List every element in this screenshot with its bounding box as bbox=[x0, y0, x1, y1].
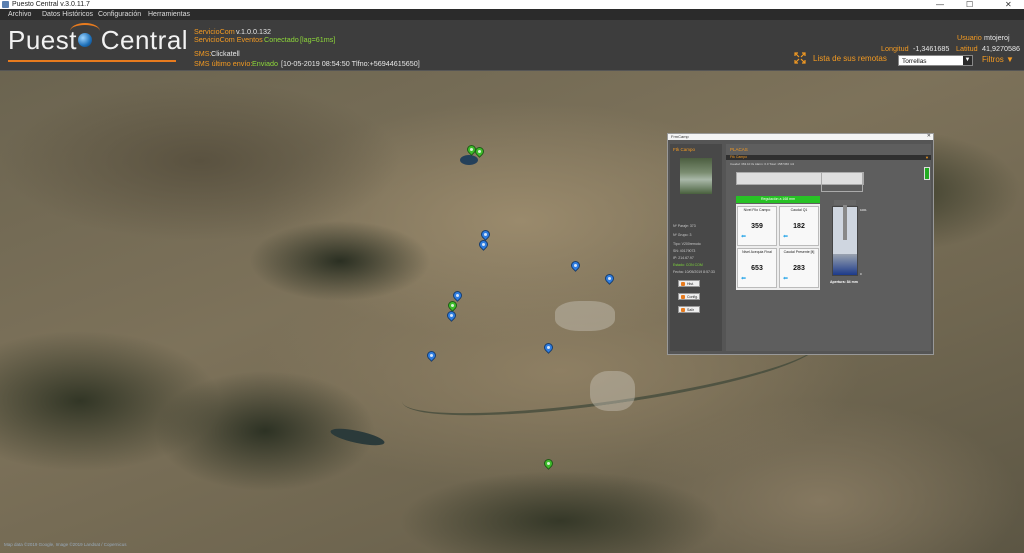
station-popup: FrmCamp ✕ Ftk Campo Nº Paraje: 373 Nº Gr… bbox=[667, 133, 934, 355]
sensor-card[interactable]: Nivel Filo Campo 359 ⬅ bbox=[737, 206, 777, 246]
maximize-icon[interactable]: ☐ bbox=[966, 0, 973, 9]
filtros-chevron-icon: ▼ bbox=[1006, 55, 1014, 64]
popup-close-icon[interactable]: ✕ bbox=[927, 133, 931, 139]
info-line: SN: 40179073 bbox=[673, 249, 696, 253]
info-line: Fecha: 10/05/2019 8:57:33 bbox=[673, 270, 715, 274]
eventos-lag: [lag=61ms] bbox=[300, 35, 336, 44]
station-photo bbox=[680, 158, 712, 194]
map-pin-green[interactable] bbox=[473, 145, 486, 159]
info-line: IP: 214.67.97 bbox=[673, 256, 694, 260]
usuario-label: Usuario bbox=[957, 33, 982, 42]
app-logo: Puest Central bbox=[8, 25, 188, 56]
sensor-cards: Nivel Filo Campo 359 ⬅ Caudal Q1 182 ⬅ N… bbox=[736, 204, 820, 290]
remota-select[interactable]: Torrellas ▼ bbox=[898, 55, 973, 66]
sensor-card[interactable]: Nivel Acequia Final 653 ⬅ bbox=[737, 248, 777, 288]
sms-value: Clickatell bbox=[211, 49, 240, 58]
latitud-value: 41,9270586 bbox=[982, 44, 1020, 53]
map-pin-blue[interactable] bbox=[603, 272, 616, 286]
map-pin-green[interactable] bbox=[542, 457, 555, 471]
remota-select-value: Torrellas bbox=[902, 58, 927, 65]
arrow-icon: ⬅ bbox=[741, 234, 747, 240]
sensor-card[interactable]: Caudal Q1 182 ⬅ bbox=[779, 206, 819, 246]
right-panel-title: PLACAS bbox=[730, 147, 748, 152]
hist-button[interactable]: Hist. bbox=[678, 280, 700, 287]
exit-icon bbox=[681, 308, 685, 312]
logo-underline bbox=[8, 60, 176, 62]
tank-mark-top: 1001 bbox=[860, 208, 867, 212]
info-line: Nº Paraje: 373 bbox=[673, 224, 696, 228]
gate-stem bbox=[843, 200, 847, 240]
info-line: Estado: CON COM bbox=[673, 263, 703, 267]
info-line: Tipo: V200remoto bbox=[673, 242, 701, 246]
salir-button[interactable]: Salir bbox=[678, 306, 700, 313]
expand-icon[interactable] bbox=[794, 52, 806, 64]
sms-last-status: Enviado bbox=[252, 59, 278, 68]
map-pin-blue[interactable] bbox=[445, 309, 458, 323]
town-area bbox=[555, 301, 615, 331]
gate-diagram: 1001 0 Apertura: 84 mm bbox=[826, 196, 868, 292]
menu-configuracion[interactable]: Configuración bbox=[98, 9, 141, 20]
summary-line: Caudal: 363.10 l/s Alarm: 0.0 Total: 158… bbox=[730, 162, 794, 166]
sms-label: SMS: bbox=[194, 49, 212, 58]
logo-text-left: Puest bbox=[8, 25, 77, 55]
gate-cap bbox=[834, 200, 856, 205]
close-icon[interactable]: ✕ bbox=[1005, 0, 1012, 9]
eventos-label: ServicioCom Eventos bbox=[194, 35, 263, 44]
map-pin-blue[interactable] bbox=[542, 341, 555, 355]
sms-last-detail: [10-05-2019 08:54:50 Tlfno:+56944615650] bbox=[281, 59, 420, 68]
map-pin-blue[interactable] bbox=[477, 238, 490, 252]
header-bar: Puest Central ServicioCom v.1.0.0.132 Se… bbox=[0, 20, 1024, 71]
popup-left-panel: Ftk Campo Nº Paraje: 373 Nº Grupo: 3 Tip… bbox=[670, 144, 722, 351]
arrow-icon: ⬅ bbox=[783, 234, 789, 240]
chart-icon bbox=[681, 282, 685, 286]
menu-herramientas[interactable]: Herramientas bbox=[148, 9, 190, 20]
menu-bar: Archivo Datos Históricos Configuración H… bbox=[0, 9, 1024, 20]
map-pin-blue[interactable] bbox=[425, 349, 438, 363]
eventos-status: Conectado bbox=[264, 35, 299, 44]
usuario-value: mtojeroj bbox=[984, 33, 1010, 42]
left-panel-title: Ftk Campo bbox=[673, 147, 696, 152]
tank-water bbox=[833, 254, 857, 275]
minimize-icon[interactable]: — bbox=[936, 0, 944, 9]
sensor-card[interactable]: Caudal Presente [lt] 283 ⬅ bbox=[779, 248, 819, 288]
town-area bbox=[590, 371, 635, 411]
lake bbox=[329, 425, 386, 449]
regulation-banner: Regulación a 168 mm bbox=[736, 196, 820, 203]
globe-icon bbox=[78, 33, 92, 47]
longitud-label: Longitud bbox=[881, 44, 909, 53]
filtros-button[interactable]: Filtros ▼ bbox=[982, 55, 1014, 64]
pipe-diagram-2 bbox=[821, 172, 863, 192]
popup-titlebar: FrmCamp ✕ bbox=[668, 133, 933, 140]
lista-remotas-link[interactable]: Lista de sus remotas bbox=[813, 54, 887, 63]
longitud-value: -1,3461685 bbox=[913, 44, 950, 53]
sms-last-label: SMS último envío: bbox=[194, 59, 253, 68]
chevron-down-icon[interactable]: ▼ bbox=[963, 56, 972, 65]
menu-archivo[interactable]: Archivo bbox=[8, 9, 31, 20]
battery-icon bbox=[924, 167, 930, 180]
latitud-label: Latitud bbox=[956, 44, 978, 53]
logo-text-right: Central bbox=[100, 25, 189, 55]
gear-icon bbox=[681, 295, 685, 299]
arrow-icon: ⬅ bbox=[783, 276, 789, 282]
config-button[interactable]: Config. bbox=[678, 293, 700, 300]
menu-datos-historicos[interactable]: Datos Históricos bbox=[42, 9, 93, 20]
window-title: Puesto Central v.3.0.11.7 bbox=[12, 1, 90, 8]
gate-opening-label: Apertura: 84 mm bbox=[830, 280, 858, 284]
map-attribution: Map data ©2019 Google, Image ©2019 Lands… bbox=[4, 542, 127, 547]
app-icon bbox=[2, 1, 9, 8]
popup-right-panel: PLACAS Ftk Campo ▼ Caudal: 363.10 l/s Ala… bbox=[726, 144, 931, 351]
chevron-down-icon: ▼ bbox=[925, 155, 929, 160]
info-line: Nº Grupo: 3 bbox=[673, 233, 692, 237]
arrow-icon: ⬅ bbox=[741, 276, 747, 282]
filtros-label: Filtros bbox=[982, 55, 1004, 64]
placa-selector[interactable]: Ftk Campo ▼ bbox=[726, 155, 931, 160]
popup-title: FrmCamp bbox=[671, 134, 689, 139]
tank-mark-bottom: 0 bbox=[860, 272, 862, 276]
window-titlebar: Puesto Central v.3.0.11.7 — ☐ ✕ bbox=[0, 0, 1024, 9]
map-pin-blue[interactable] bbox=[569, 259, 582, 273]
